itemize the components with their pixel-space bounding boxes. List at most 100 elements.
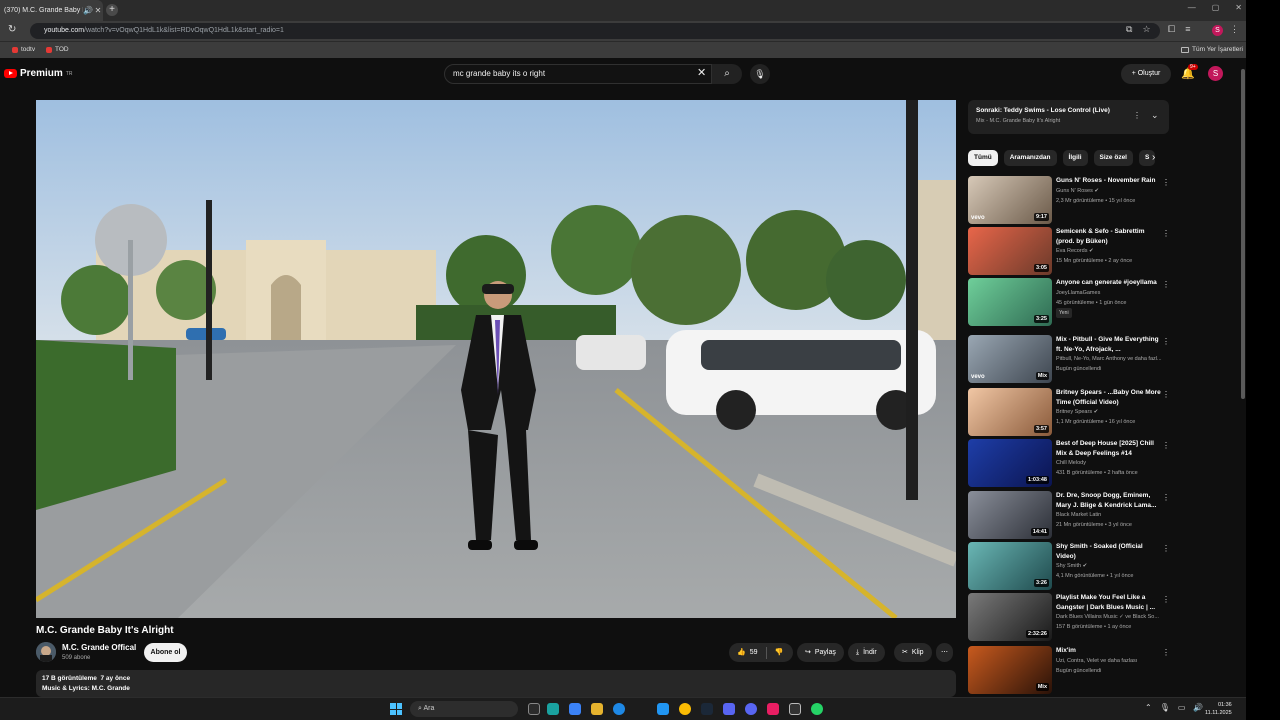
task-view-icon[interactable] [528,703,540,715]
recommendation-title[interactable]: Playlist Make You Feel Like a Gangster |… [1056,593,1162,612]
edge-icon[interactable] [613,703,625,715]
kebab-menu-icon[interactable]: ⋮ [1162,229,1170,238]
chip-related[interactable]: İlgili [1062,150,1088,166]
kebab-menu-icon[interactable]: ⋮ [1162,648,1170,657]
recommendation-title[interactable]: Mix - Pitbull - Give Me Everything ft. N… [1056,335,1162,354]
window-close-icon[interactable]: ✕ [1235,3,1242,12]
recommendation-item[interactable]: 2:32:26 Playlist Make You Feel Like a Gan… [968,593,1173,641]
video-player[interactable] [36,100,956,618]
recommendation-title[interactable]: Semicenk & Sefo - Sabrettim (prod. by Bü… [1056,227,1162,246]
chip-all[interactable]: Tümü [968,150,998,166]
recommendation-title[interactable]: Shy Smith - Soaked (Official Video) [1056,542,1162,561]
kebab-menu-icon[interactable]: ⋮ [1162,493,1170,502]
kebab-menu-icon[interactable]: ⋮ [1162,441,1170,450]
clock[interactable]: 01:36 11.11.2025 [1205,701,1232,717]
video-thumbnail[interactable]: 14:41 [968,491,1052,539]
reload-icon[interactable]: ↻ [8,24,16,35]
chevron-right-icon[interactable]: › [1152,152,1155,163]
search-button[interactable]: ⌕ [712,64,742,84]
video-thumbnail[interactable]: 1:03:48 [968,439,1052,487]
whatsapp-icon[interactable] [811,703,823,715]
speaker-icon[interactable]: 🔊 [83,6,93,15]
kebab-menu-icon[interactable]: ⋮ [1162,390,1170,399]
mic-tray-icon[interactable]: 🎙 [1160,703,1170,712]
network-icon[interactable]: ▭ [1178,703,1186,712]
recommendation-channel[interactable]: Eva Records ✔ [1056,246,1170,256]
video-thumbnail[interactable]: 3:05 [968,227,1052,275]
kebab-menu-icon[interactable]: ⋮ [1162,280,1170,289]
maximize-icon[interactable]: ▢ [1212,3,1220,12]
thumbs-up-icon[interactable]: 👍 [737,643,746,662]
more-actions-button[interactable]: ⋯ [936,643,953,662]
video-thumbnail[interactable]: 3:57 [968,388,1052,436]
chevron-down-icon[interactable]: ⌄ [1151,110,1159,121]
app-icon[interactable] [569,703,581,715]
kebab-menu-icon[interactable]: ⋮ [1162,544,1170,553]
minimize-icon[interactable]: — [1188,3,1196,12]
media-icon[interactable]: ≡ [1185,24,1190,35]
download-button[interactable]: ⤓ İndir [848,643,885,662]
kebab-menu-icon[interactable]: ⋮ [1162,595,1170,604]
clip-button[interactable]: ✂ Klip [894,643,932,662]
kebab-menu-icon[interactable]: ⋮ [1133,111,1141,120]
star-icon[interactable]: ☆ [1142,24,1150,35]
recommendation-title[interactable]: Dr. Dre, Snoop Dogg, Eminem, Mary J. Bli… [1056,491,1162,510]
recommendation-title[interactable]: Guns N' Roses - November Rain [1056,176,1162,186]
create-button[interactable]: + Oluştur [1121,64,1171,84]
recommendation-channel[interactable]: JoeyLlamaGames [1056,288,1170,298]
description-box[interactable]: 17 B görüntüleme 7 ay önce Music & Lyric… [36,670,956,697]
address-bar[interactable]: youtube.com/watch?v=vOqwQ1HdL1k&list=RDv… [30,23,1160,39]
app-icon[interactable] [723,703,735,715]
recommendation-title[interactable]: Mix'im [1056,646,1162,656]
video-thumbnail[interactable]: vevo 9:17 [968,176,1052,224]
bookmark-item[interactable]: todtv [12,46,35,53]
mail-icon[interactable] [657,703,669,715]
recommendation-item[interactable]: 3:57 Britney Spears - ...Baby One More Ti… [968,388,1173,436]
thumbs-down-icon[interactable]: 👎 [775,643,784,662]
file-explorer-icon[interactable] [591,703,603,715]
volume-icon[interactable]: 🔊 [1193,703,1203,712]
recommendation-channel[interactable]: Black Market Latin [1056,510,1170,520]
windows-start-icon[interactable] [390,703,402,715]
video-thumbnail[interactable]: Mix [968,646,1052,694]
youtube-logo[interactable]: Premium TR [4,68,72,79]
recommendation-item[interactable]: 3:26 Shy Smith - Soaked (Official Video) S… [968,542,1173,590]
recommendation-item[interactable]: 1:03:48 Best of Deep House [2025] Chill M… [968,439,1173,487]
video-thumbnail[interactable]: 3:25 [968,278,1052,326]
clear-search-icon[interactable]: ✕ [697,68,706,79]
scrollbar-thumb[interactable] [1241,69,1245,399]
channel-name[interactable]: M.C. Grande Offical [62,643,136,652]
recommendation-channel[interactable]: Pitbull, Ne-Yo, Marc Anthony ve daha faz… [1056,354,1170,364]
chip-from-search[interactable]: Aramanızdan [1003,150,1057,166]
kebab-menu-icon[interactable]: ⋮ [1230,24,1239,35]
voice-search-button[interactable]: 🎙 [750,64,770,84]
recommendation-channel[interactable]: Chill Melody [1056,458,1170,468]
active-app-icon[interactable] [789,703,801,715]
recommendation-channel[interactable]: Shy Smith ✔ [1056,561,1170,571]
install-icon[interactable]: ⧉ [1126,24,1132,35]
recommendation-item[interactable]: 3:25 Anyone can generate #joeyllama JoeyLl… [968,278,1173,326]
like-count[interactable]: 59 [750,643,758,662]
subscribe-button[interactable]: Abone ol [144,643,187,662]
extensions-icon[interactable]: ⧠ [1168,24,1175,35]
chevron-up-icon[interactable]: ⌃ [1145,703,1152,712]
taskbar-search[interactable]: ⌕ Ara [410,701,518,717]
recommendation-item[interactable]: 3:05 Semicenk & Sefo - Sabrettim (prod. b… [968,227,1173,275]
chrome-icon[interactable] [679,703,691,715]
kebab-menu-icon[interactable]: ⋮ [1162,337,1170,346]
video-thumbnail[interactable]: 2:32:26 [968,593,1052,641]
new-tab-button[interactable]: + [106,4,118,16]
kebab-menu-icon[interactable]: ⋮ [1162,178,1170,187]
avatar[interactable]: S [1208,66,1223,81]
video-thumbnail[interactable]: vevo Mix [968,335,1052,383]
recommendation-channel[interactable]: Uzi, Contra, Velet ve daha fazlası [1056,656,1170,666]
search-input[interactable]: mc grande baby its o right [444,64,712,84]
recommendation-item[interactable]: Mix Mix'im Uzi, Contra, Velet ve daha fazl… [968,646,1173,694]
app-icon[interactable] [547,703,559,715]
recommendation-channel[interactable]: Guns N' Roses ✔ [1056,186,1170,196]
browser-tab[interactable]: (370) M.C. Grande Baby It's A 🔊 ✕ [0,0,103,21]
app-icon[interactable] [767,703,779,715]
recommendation-item[interactable]: vevo 9:17 Guns N' Roses - November Rain Gun… [968,176,1173,224]
chip-for-you[interactable]: Size özel [1093,150,1133,166]
profile-avatar[interactable]: S [1212,25,1223,36]
